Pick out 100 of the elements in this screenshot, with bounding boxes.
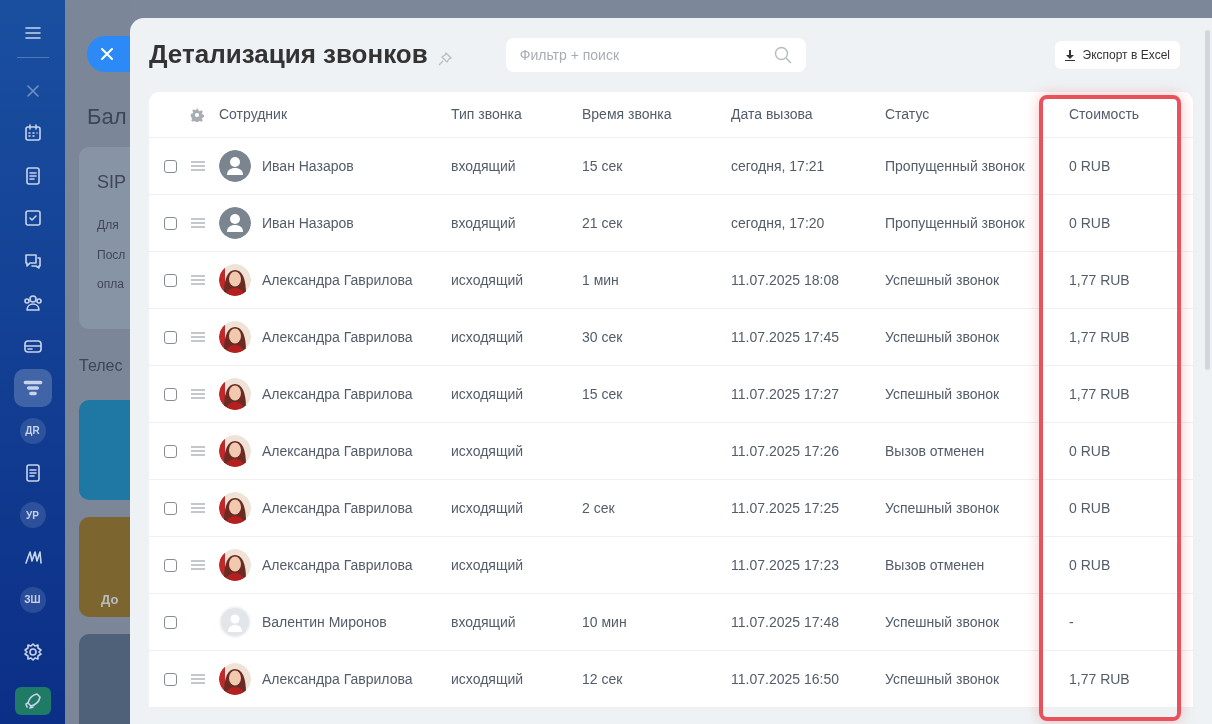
table-cell: 30 сек	[582, 328, 623, 345]
filter-icon[interactable]	[13, 369, 52, 407]
drag-handle-icon[interactable]	[191, 559, 205, 570]
drag-handle-icon[interactable]	[191, 445, 205, 456]
row-checkbox[interactable]	[164, 216, 177, 230]
table-cell: исходящий	[451, 271, 524, 288]
card-text: опла	[97, 277, 125, 293]
drag-handle-icon[interactable]	[191, 388, 205, 399]
table-cell: 12 сек	[582, 670, 623, 687]
row-checkbox[interactable]	[164, 501, 177, 515]
drag-handle-icon[interactable]	[191, 160, 205, 171]
search-field[interactable]: Фильтр + поиск	[505, 38, 806, 72]
section-title: Телес	[79, 356, 124, 376]
table-cell: 1,77 RUB	[1069, 385, 1130, 402]
avatar-icon	[219, 150, 251, 182]
table-cell: Пропущенный звонок	[885, 157, 1025, 174]
column-header[interactable]: Время звонка	[582, 104, 672, 125]
column-header[interactable]: Тип звонка	[451, 104, 522, 125]
row-checkbox[interactable]	[164, 672, 177, 686]
table-cell: 11.07.2025 17:48	[731, 613, 839, 630]
drag-handle-icon[interactable]	[191, 502, 205, 513]
row-checkbox[interactable]	[164, 387, 177, 401]
table-cell: -	[1069, 613, 1074, 630]
avatar-icon	[219, 207, 251, 239]
row-checkbox[interactable]	[164, 273, 177, 287]
row-checkbox[interactable]	[164, 615, 177, 629]
search-icon[interactable]	[773, 46, 792, 64]
table-cell: 21 сек	[582, 214, 623, 231]
card-text: Для	[97, 218, 120, 234]
rocket-icon[interactable]	[14, 687, 51, 715]
download-icon	[1064, 49, 1075, 61]
table-cell: Вызов отменен	[885, 442, 985, 459]
employee-name[interactable]: Иван Назаров	[262, 155, 354, 177]
table-cell: 1,77 RUB	[1069, 670, 1130, 687]
table-cell: исходящий	[451, 442, 524, 459]
table-cell: 1 мин	[582, 271, 619, 288]
employee-name[interactable]: Валентин Миронов	[262, 611, 387, 633]
card-title: SIP	[97, 171, 127, 194]
column-header[interactable]: Сотрудник	[219, 104, 287, 125]
table-cell: 11.07.2025 17:23	[731, 556, 839, 573]
table-cell: исходящий	[451, 328, 524, 345]
column-header[interactable]: Дата вызова	[731, 104, 813, 125]
drag-handle-icon[interactable]	[191, 673, 205, 684]
employee-name[interactable]: Александра Гаврилова	[262, 269, 413, 291]
table-cell: 0 RUB	[1069, 214, 1111, 231]
row-checkbox[interactable]	[164, 558, 177, 572]
table-cell: 11.07.2025 17:45	[731, 328, 839, 345]
table-cell: 1,77 RUB	[1069, 328, 1130, 345]
table-cell: 15 сек	[582, 157, 623, 174]
card-text: Посл	[97, 247, 127, 264]
avatar-icon	[219, 606, 251, 638]
drag-handle-icon[interactable]	[191, 274, 205, 285]
table-cell: Успешный звонок	[885, 385, 1000, 402]
table-cell: входящий	[451, 157, 516, 174]
employee-name[interactable]: Александра Гаврилова	[262, 497, 413, 519]
scrollbar[interactable]	[1205, 30, 1210, 370]
table-cell: 15 сек	[582, 385, 623, 402]
close-icon	[101, 48, 113, 60]
close-button[interactable]	[87, 36, 130, 72]
table-cell: исходящий	[451, 556, 524, 573]
table-cell: входящий	[451, 613, 516, 630]
row-checkbox[interactable]	[164, 159, 177, 173]
sidebar-avatar[interactable]: ДR	[19, 417, 46, 444]
table-cell: сегодня, 17:21	[731, 157, 825, 174]
table-cell: Пропущенный звонок	[885, 214, 1025, 231]
sidebar-avatar[interactable]: ЗШ	[19, 586, 46, 613]
employee-name[interactable]: Александра Гаврилова	[262, 326, 413, 348]
sidebar-avatar[interactable]: УР	[19, 502, 46, 528]
employee-name[interactable]: Александра Гаврилова	[262, 440, 413, 462]
table-cell: Успешный звонок	[885, 499, 1000, 516]
export-button[interactable]: Экспорт в Excel	[1054, 41, 1180, 69]
table-cell: сегодня, 17:20	[731, 214, 825, 231]
drag-handle-icon[interactable]	[191, 217, 205, 228]
table-cell: 0 RUB	[1069, 499, 1111, 516]
table-cell: Успешный звонок	[885, 613, 1000, 630]
table-cell: 1,77 RUB	[1069, 271, 1130, 288]
table-cell: Успешный звонок	[885, 328, 1000, 345]
table-cell: 11.07.2025 17:25	[731, 499, 839, 516]
table-cell: 2 сек	[582, 499, 615, 516]
page-title: Бал	[87, 103, 128, 131]
employee-name[interactable]: Иван Назаров	[262, 212, 354, 234]
drag-handle-icon[interactable]	[191, 331, 205, 342]
employee-name[interactable]: Александра Гаврилова	[262, 383, 413, 405]
table-cell: 11.07.2025 18:08	[731, 271, 839, 288]
table-cell: входящий	[451, 214, 516, 231]
table-cell: 11.07.2025 17:27	[731, 385, 839, 402]
table-cell: Успешный звонок	[885, 670, 1000, 687]
table-cell: 0 RUB	[1069, 556, 1111, 573]
table-cell: 11.07.2025 16:50	[731, 670, 839, 687]
column-header[interactable]: Статус	[885, 104, 930, 125]
table-cell: исходящий	[451, 499, 524, 516]
column-header[interactable]: Стоимость	[1069, 104, 1140, 125]
page-title: Детализация звонков	[149, 39, 428, 71]
employee-name[interactable]: Александра Гаврилова	[262, 554, 413, 576]
table-cell: 0 RUB	[1069, 442, 1111, 459]
row-checkbox[interactable]	[164, 330, 177, 344]
employee-name[interactable]: Александра Гаврилова	[262, 668, 413, 690]
row-checkbox[interactable]	[164, 444, 177, 458]
table-cell: исходящий	[451, 670, 524, 687]
table-cell: 10 мин	[582, 613, 627, 630]
